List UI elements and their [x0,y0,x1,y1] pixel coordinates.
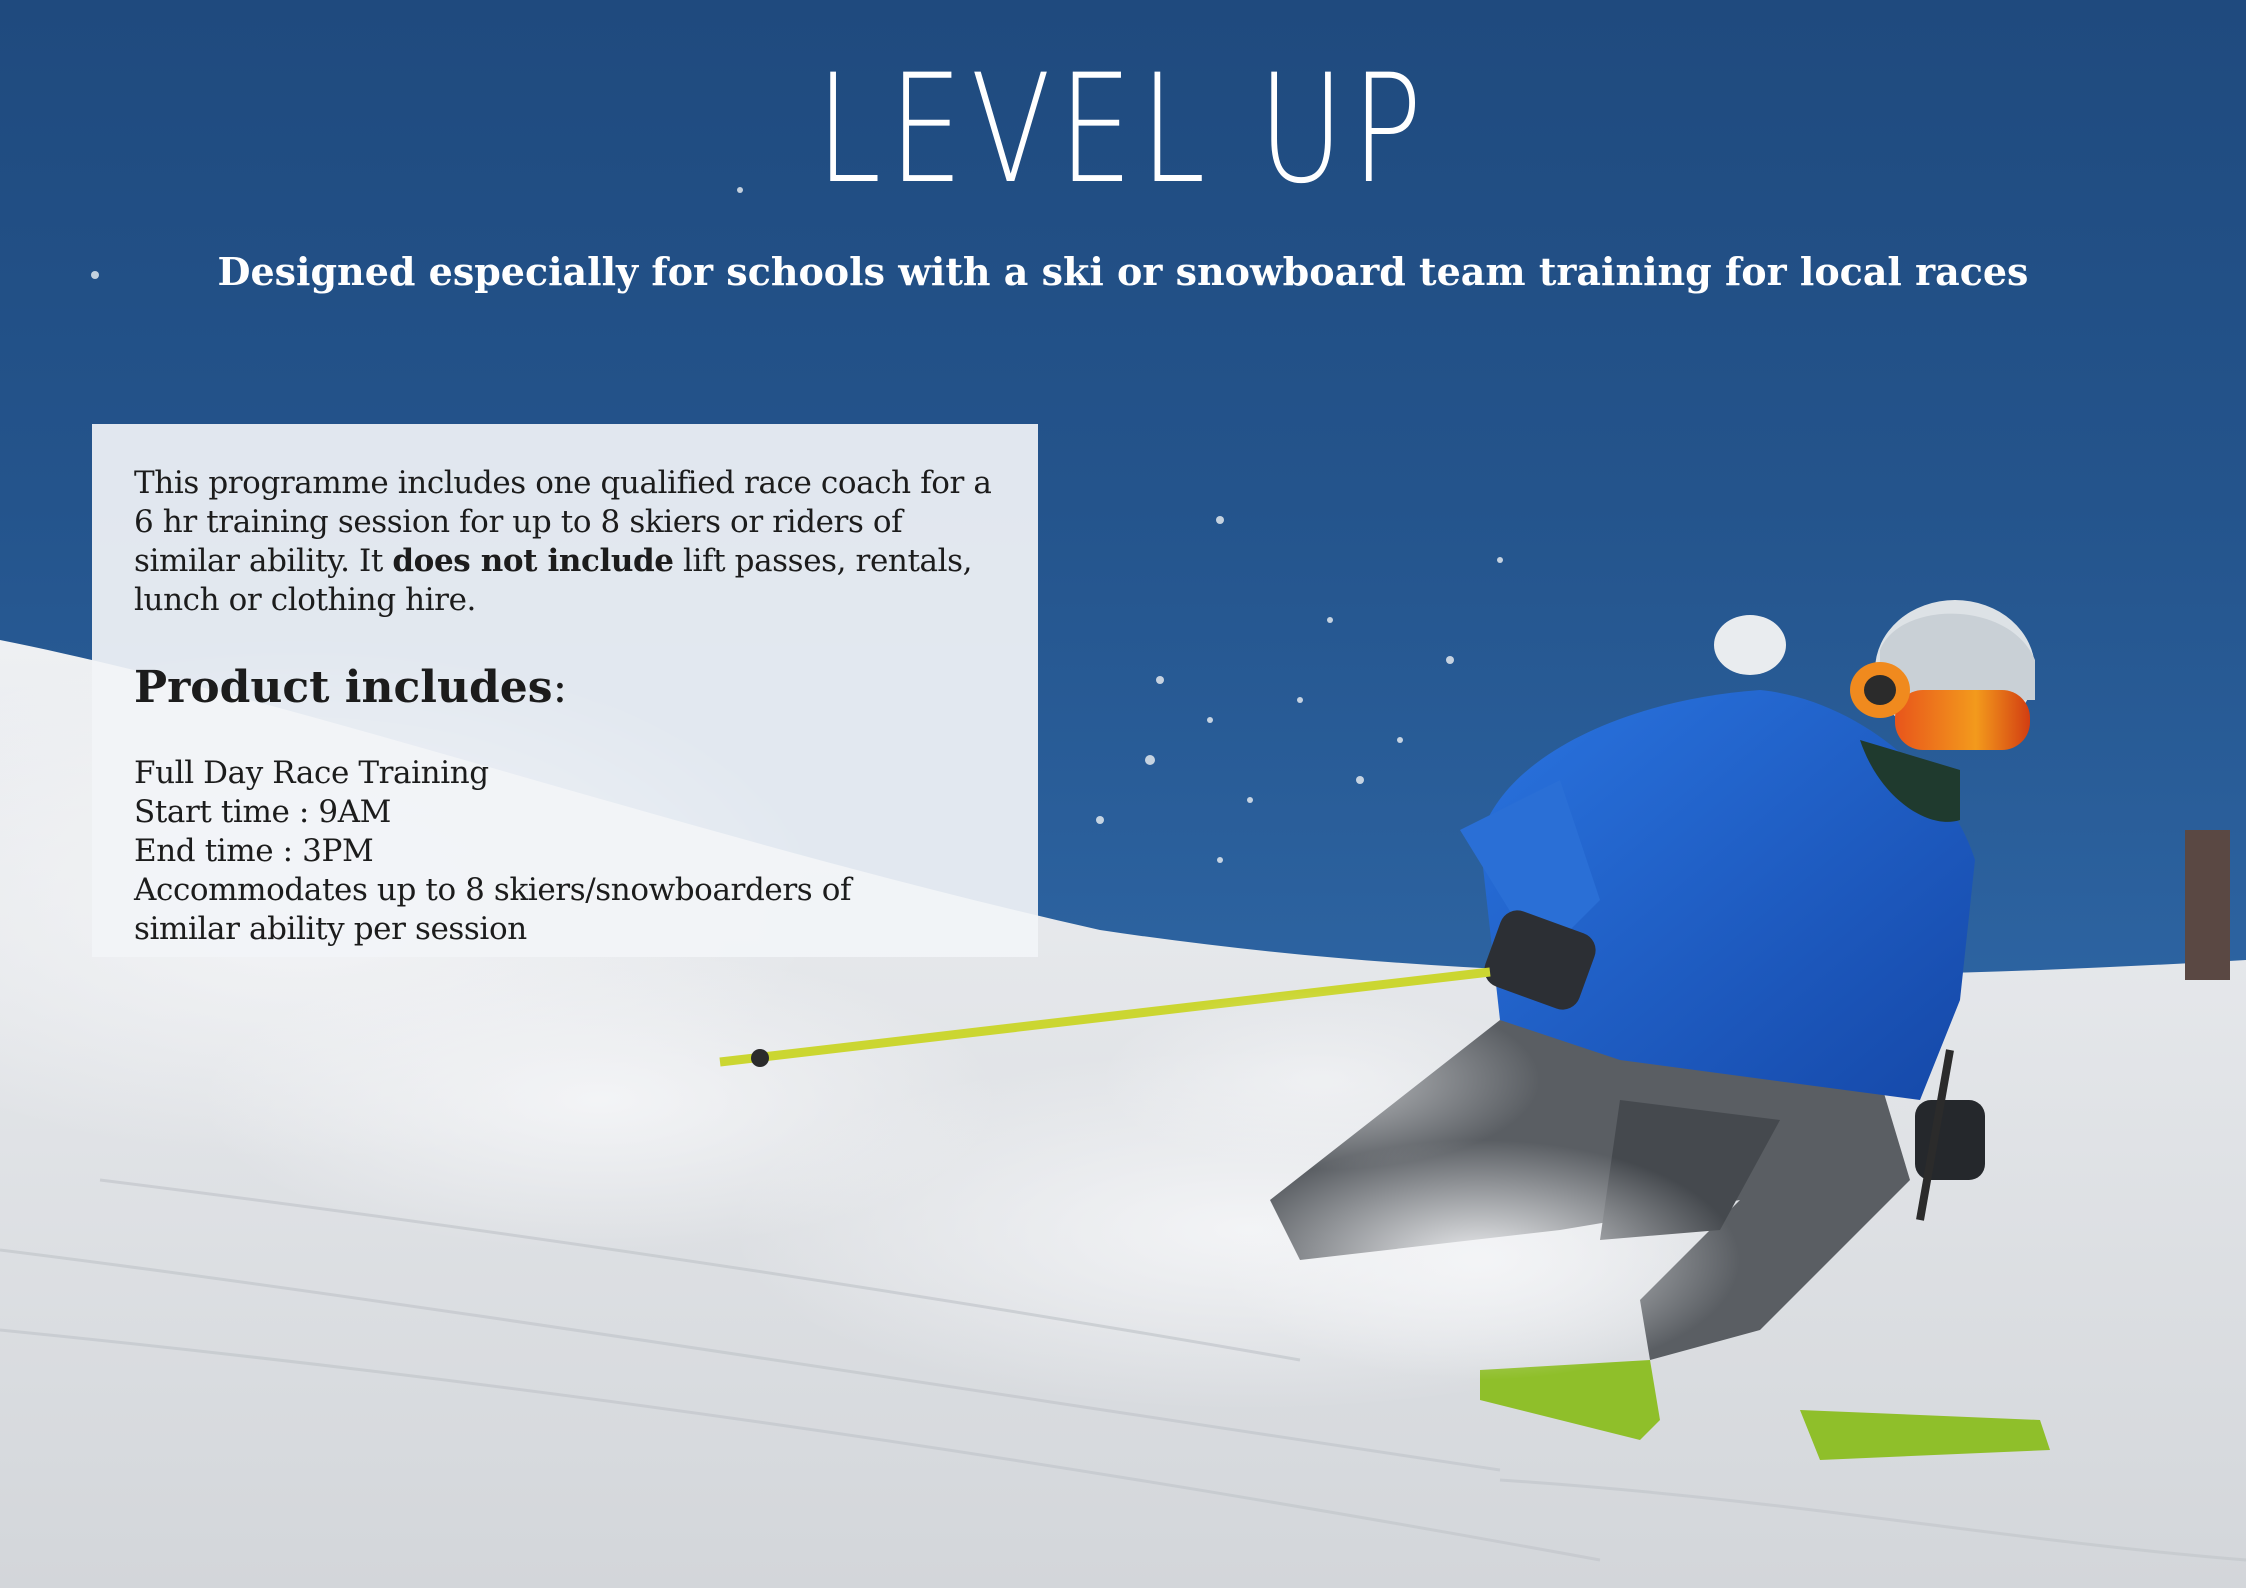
product-includes-list: Full Day Race Training Start time : 9AM … [134,754,998,949]
intro-text-bold: does not include [392,543,674,579]
page-subtitle: Designed especially for schools with a s… [217,249,2029,294]
product-includes-heading-colon: : [552,662,568,713]
list-item: Full Day Race Training [134,755,489,791]
hero-background: LEVEL UP Designed especially for schools… [0,0,2246,1588]
product-includes-heading-text: Product includes [134,662,553,713]
list-item: Accommodates up to 8 skiers/snowboarders… [134,872,852,947]
page-title: LEVEL UP [815,43,1431,217]
list-item: Start time : 9AM [134,794,392,830]
list-item: End time : 3PM [134,833,374,869]
info-panel: This programme includes one qualified ra… [92,424,1038,957]
product-includes-heading: Product includes: [134,662,998,714]
programme-description: This programme includes one qualified ra… [134,464,998,620]
